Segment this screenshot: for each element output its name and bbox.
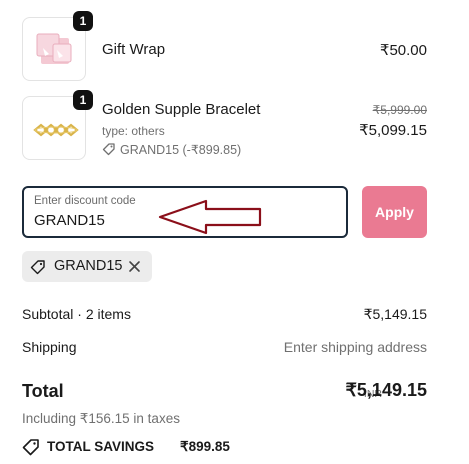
quantity-badge: 1: [73, 11, 93, 31]
total-savings-label: TOTAL SAVINGS: [47, 439, 155, 454]
discount-code-row: Enter discount code GRAND15 Apply: [22, 186, 427, 238]
discount-code-label: Enter discount code: [34, 195, 136, 207]
discount-code-input[interactable]: GRAND15: [34, 212, 105, 229]
item-discount-label: GRAND15 (-₹899.85): [120, 143, 242, 157]
taxes-note: Including ₹156.15 in taxes: [22, 411, 180, 426]
discount-code-field[interactable]: Enter discount code GRAND15: [22, 186, 348, 238]
item-name: Golden Supple Bracelet: [102, 101, 261, 118]
total-savings-value: ₹899.85: [180, 439, 230, 454]
tag-icon: [22, 439, 39, 456]
subtotal-row: Subtotal · 2 items ₹5,149.15: [22, 306, 427, 324]
line-item-golden-supple-bracelet: 1 Golden Supple Bracelet type: others GR…: [22, 90, 427, 160]
item-original-price: ₹5,999.00: [372, 103, 427, 117]
total-label: Total: [22, 381, 64, 401]
item-name: Gift Wrap: [102, 41, 166, 58]
quantity-badge: 1: [73, 90, 93, 110]
item-price: ₹50.00: [379, 42, 427, 59]
gift-wrap-thumbnail: 1: [22, 11, 93, 81]
item-type: type: others: [102, 124, 165, 138]
applied-discount-chip: GRAND15: [22, 251, 152, 282]
total-value: ₹5,149.15: [345, 380, 427, 400]
shipping-row: Shipping Enter shipping address: [22, 339, 427, 357]
subtotal-value: ₹5,149.15: [363, 306, 427, 322]
bracelet-thumbnail: 1: [22, 90, 93, 160]
subtotal-label: Subtotal · 2 items: [22, 306, 131, 322]
apply-button[interactable]: Apply: [362, 186, 427, 238]
shipping-label: Shipping: [22, 339, 77, 355]
tag-icon: [102, 143, 115, 156]
item-price: ₹5,099.15: [359, 122, 427, 139]
line-item-gift-wrap: 1 Gift Wrap ₹50.00: [22, 11, 427, 81]
tag-icon: [30, 260, 45, 275]
close-icon[interactable]: [128, 260, 141, 273]
shipping-value: Enter shipping address: [283, 339, 427, 355]
applied-discount-code: GRAND15: [54, 258, 123, 274]
